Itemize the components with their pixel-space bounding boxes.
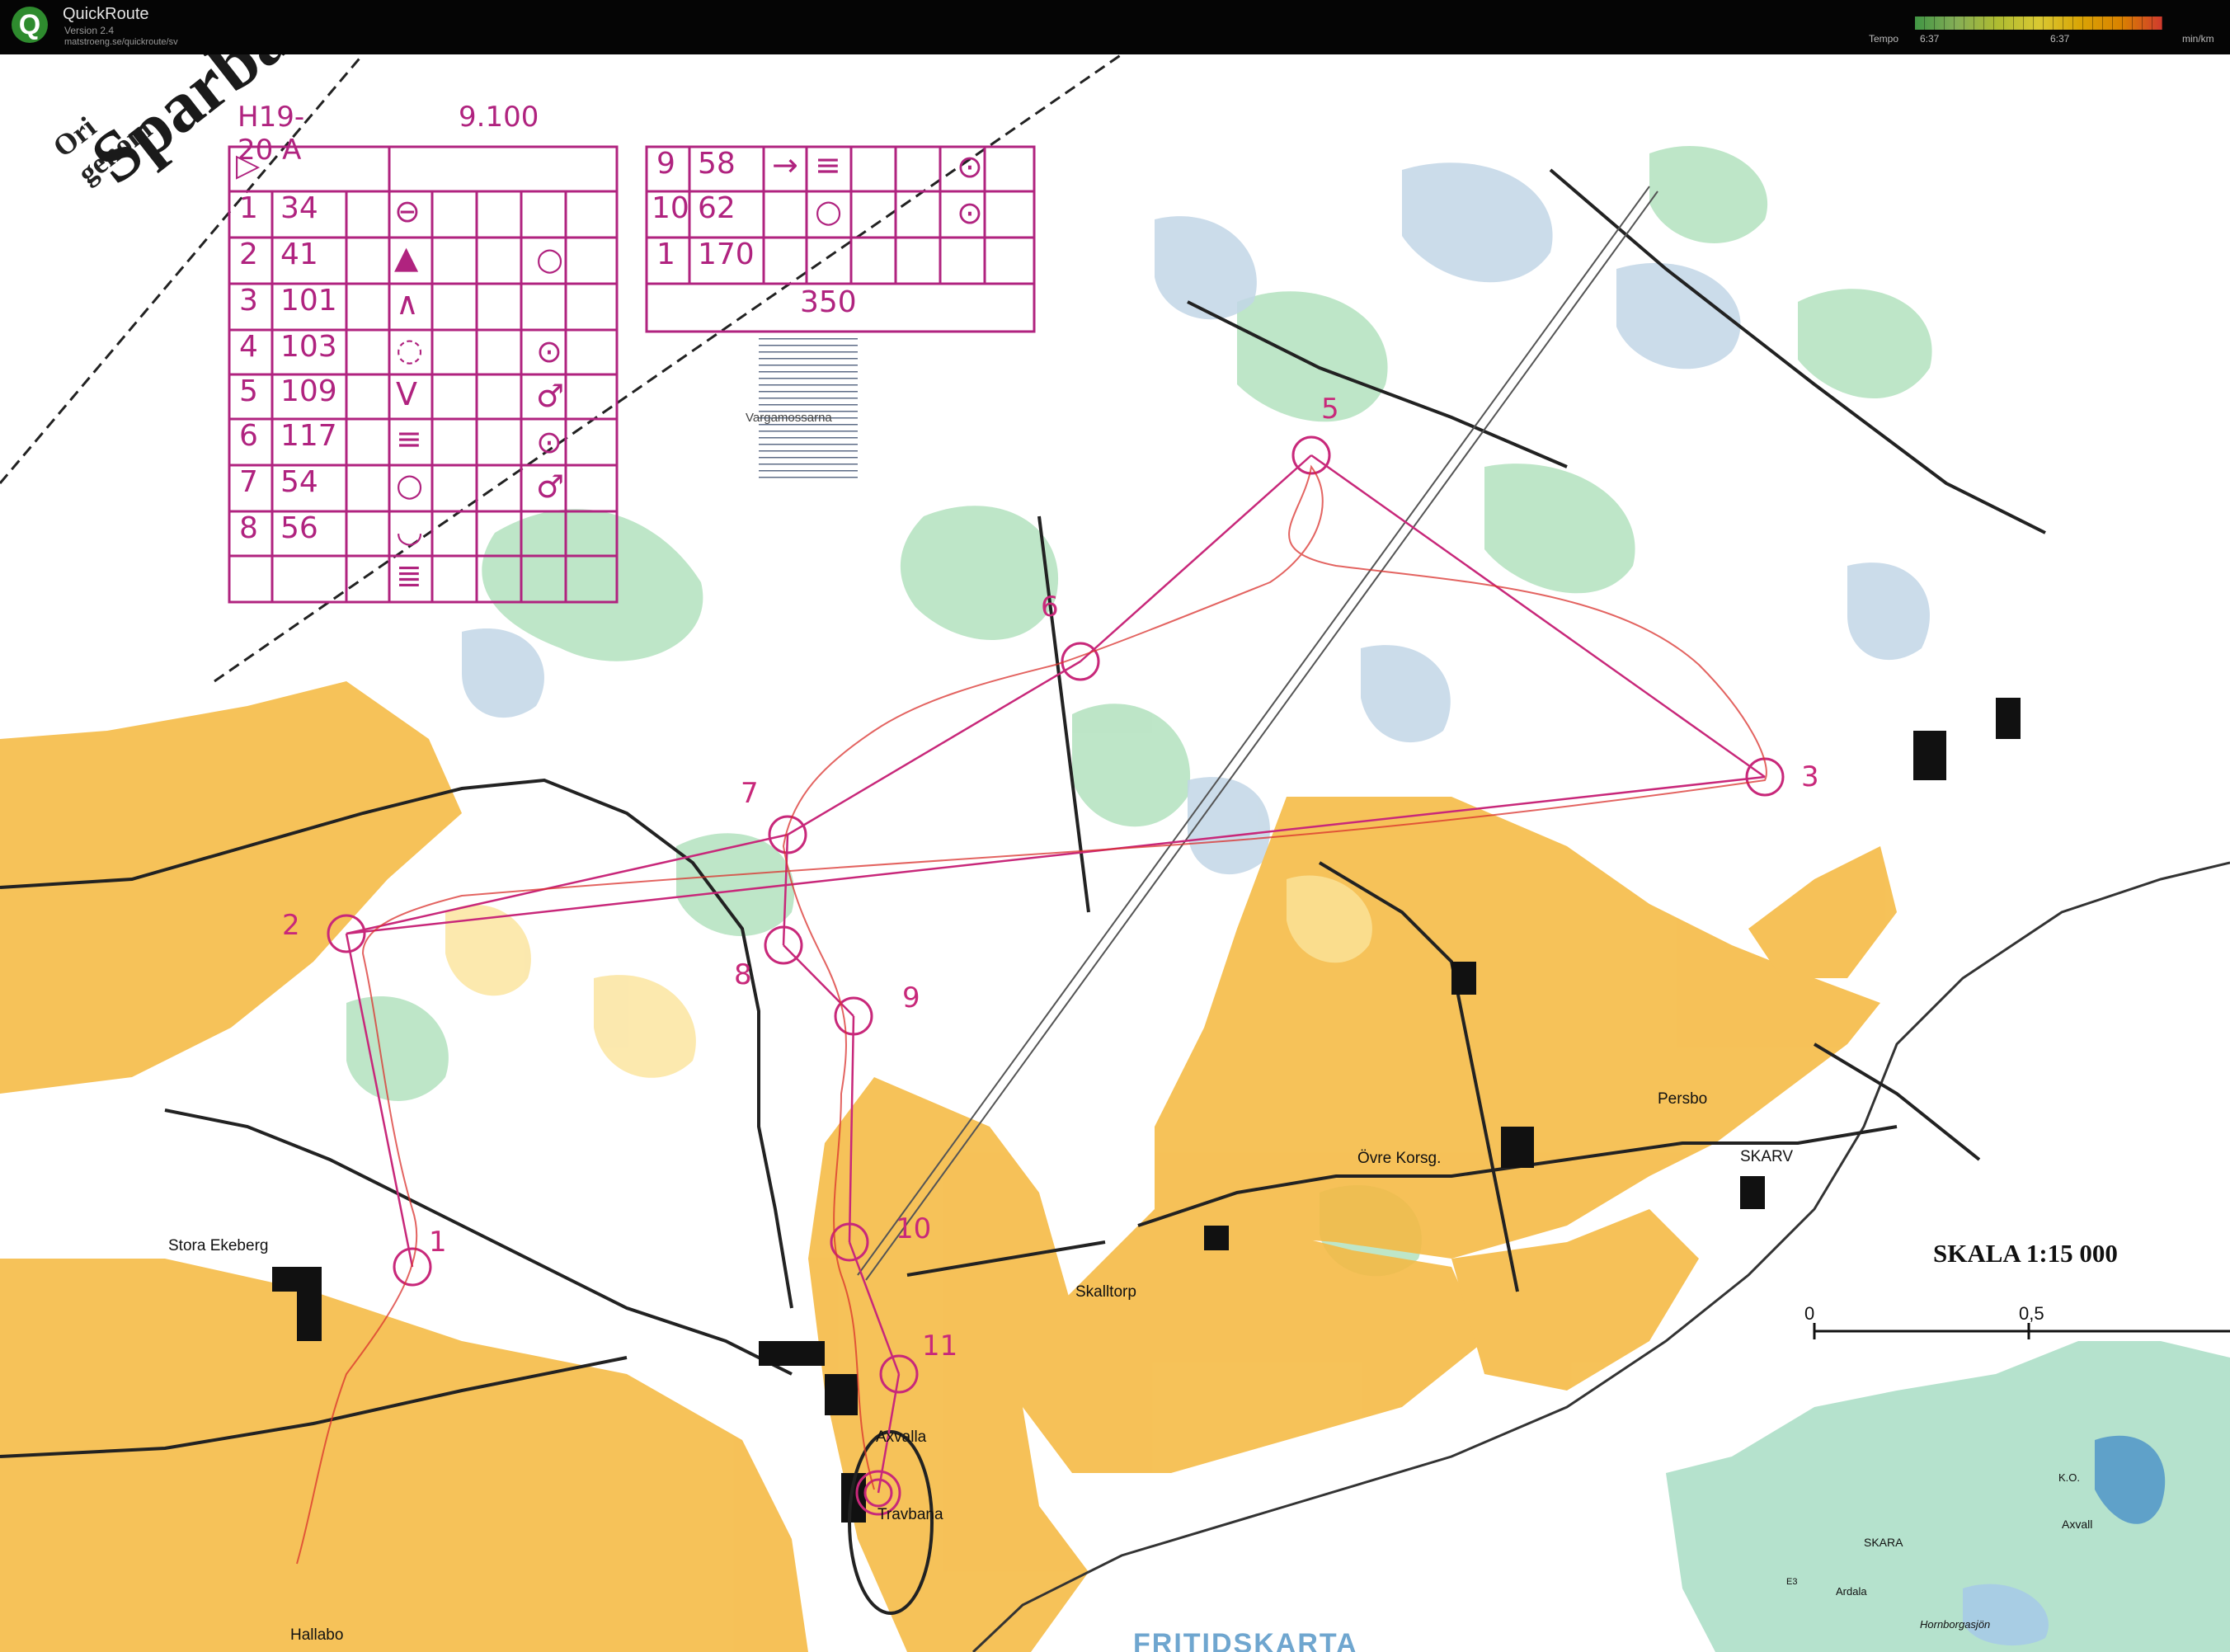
vargamossarna-hatch — [759, 327, 858, 483]
narrow-marsh-icon: ≣ — [396, 558, 422, 594]
app-version: Version 2.4 — [64, 25, 115, 36]
pace-legend-label: Tempo — [1869, 33, 1899, 45]
flag-location-icon: ♂ — [536, 468, 565, 505]
place-skalltorp: Skalltorp — [1075, 1283, 1136, 1301]
control-number-2: 2 — [282, 909, 300, 942]
place-skara: SKARA — [1864, 1536, 1903, 1549]
app-url[interactable]: matstroeng.se/quickroute/sv — [64, 37, 178, 47]
control-row-number: 2 — [239, 238, 258, 271]
place-stora-ekeberg: Stora Ekeberg — [168, 1237, 269, 1254]
pace-legend: Tempo 6:37 6:37 min/km — [1864, 12, 2227, 45]
knoll-icon: ○ — [815, 193, 843, 229]
place-persbo: Persbo — [1658, 1090, 1708, 1108]
control-row-code: 170 — [698, 238, 755, 271]
control-row-number: 1 — [239, 191, 258, 225]
marsh-icon: ≡ — [396, 421, 422, 457]
control-number-9: 9 — [902, 981, 920, 1014]
boulder-icon: ▲ — [394, 239, 419, 275]
place-vargamossarna: Vargamossarna — [746, 411, 832, 425]
place-hallabo: Hallabo — [290, 1626, 344, 1644]
place-hornborgasjon: Hornborgasjön — [1920, 1618, 1991, 1631]
control-number-7: 7 — [741, 777, 759, 810]
control-number-6: 6 — [1041, 591, 1059, 624]
title-bar: Q QuickRoute Version 2.4 matstroeng.se/q… — [0, 0, 2230, 54]
control-row-code: 103 — [280, 330, 337, 364]
control-row-code: 117 — [280, 419, 337, 453]
scale-half: 0,5 — [2019, 1303, 2044, 1324]
place-travbana: Travbana — [877, 1506, 943, 1523]
road-e3: E3 — [1786, 1577, 1798, 1587]
control-row-number: 8 — [239, 511, 258, 545]
control-row-number: 10 — [652, 191, 689, 225]
control-row-number: 3 — [239, 284, 258, 318]
control-row-code: 41 — [280, 238, 318, 271]
course-length: 9.100 — [459, 101, 539, 134]
control-number-3: 3 — [1801, 760, 1819, 793]
scale-label: SKALA 1:15 000 — [1933, 1239, 2118, 1268]
control-row-code: 58 — [698, 147, 736, 181]
control-number-5: 5 — [1321, 393, 1339, 426]
flag-location-icon: ⊙ — [957, 148, 983, 185]
place-axvall: Axvall — [2062, 1518, 2093, 1531]
control-number-11: 11 — [922, 1330, 958, 1363]
knoll-icon: ○ — [396, 467, 424, 503]
control-number-1: 1 — [429, 1226, 447, 1259]
control-row-code: 62 — [698, 191, 736, 225]
control-row-number: 4 — [239, 330, 258, 364]
marsh-icon: ≡ — [815, 147, 841, 183]
finish-distance: 350 — [800, 285, 857, 319]
control-row-code: 101 — [280, 284, 337, 318]
scale-zero: 0 — [1804, 1303, 1815, 1324]
place-ovre-korsg: Övre Korsg. — [1357, 1150, 1442, 1167]
gully-icon: V — [396, 376, 417, 412]
place-axvalla: Axvalla — [876, 1428, 927, 1446]
pace-max: 6:37 — [2050, 33, 2070, 45]
place-ardala: Ardala — [1836, 1585, 1867, 1598]
control-row-code: 56 — [280, 511, 318, 545]
spur-icon: ◡ — [396, 513, 424, 549]
control-row-number: 5 — [239, 374, 258, 408]
flag-location-icon: ⊙ — [957, 195, 983, 231]
control-row-code: 54 — [280, 465, 318, 499]
control-row-number: 7 — [239, 465, 258, 499]
control-number-8: 8 — [734, 958, 752, 991]
quickroute-logo-icon: Q — [12, 7, 48, 43]
control-row-code: 34 — [280, 191, 318, 225]
place-skarv: SKARV — [1740, 1148, 1794, 1165]
pace-min: 6:37 — [1920, 33, 1940, 45]
pace-unit: min/km — [2182, 33, 2214, 45]
start-triangle-icon: ▷ — [236, 147, 261, 183]
flag-location-icon: ♂ — [536, 378, 565, 414]
flag-location-icon: ○ — [536, 241, 564, 277]
fritidskarta-label: FRITIDSKARTA — [1133, 1628, 1358, 1652]
flag-location-icon: ⊙ — [536, 333, 562, 369]
reentrant-icon: ∧ — [396, 285, 419, 322]
place-ko: K.O. — [2058, 1471, 2081, 1484]
control-row-code: 109 — [280, 374, 337, 408]
pace-color-scale[interactable] — [1915, 16, 2162, 30]
pit-icon: ◌ — [396, 332, 424, 368]
arrow-icon: → — [772, 147, 798, 183]
depression-icon: ⊖ — [394, 193, 421, 229]
control-row-number: 1 — [656, 238, 675, 271]
control-row-number: 9 — [656, 147, 675, 181]
app-name: QuickRoute — [63, 5, 149, 23]
flag-location-icon: ⊙ — [536, 424, 562, 460]
control-number-10: 10 — [896, 1212, 932, 1245]
control-row-number: 6 — [239, 419, 258, 453]
marsh-areas — [462, 162, 1930, 875]
map-canvas[interactable]: Ori genom Sparba H19-20 A 9.100 ▷ 1 34 2… — [0, 54, 2230, 1652]
